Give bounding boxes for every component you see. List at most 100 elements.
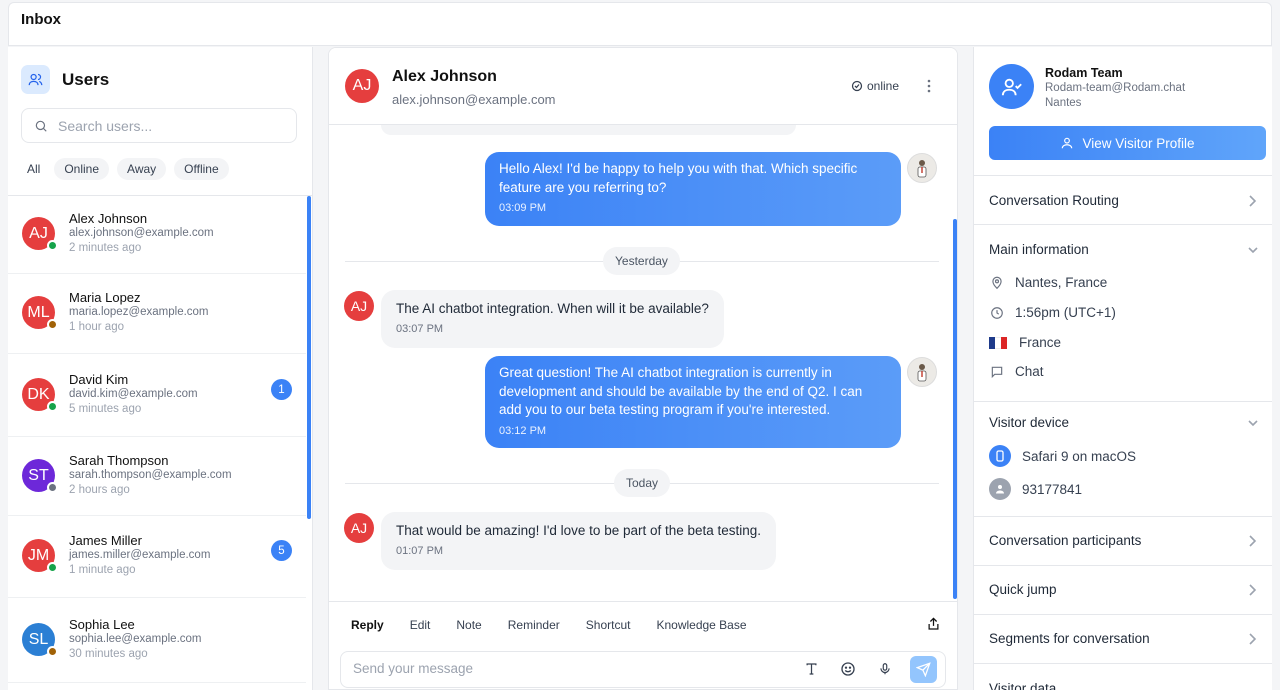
unread-badge: 1 — [271, 379, 292, 400]
section-quick-jump[interactable]: Quick jump — [974, 565, 1272, 614]
status-indicator — [47, 319, 58, 330]
info-visitor-id: 93177841 — [989, 478, 1082, 500]
tab-note[interactable]: Note — [445, 618, 492, 632]
user-list-item[interactable]: SL Sophia Lee sophia.lee@example.com 30 min… — [8, 598, 306, 683]
view-visitor-profile-button[interactable]: View Visitor Profile — [989, 126, 1266, 160]
section-title: Segments for conversation — [989, 631, 1150, 646]
online-status: online — [851, 79, 899, 93]
visitor-id-text: 93177841 — [1022, 481, 1083, 497]
agent-avatar — [907, 357, 937, 387]
chat-header: AJ Alex Johnson alex.johnson@example.com… — [329, 48, 957, 125]
user-name: David Kim — [69, 372, 129, 387]
message-text: That would be amazing! I'd love to be pa… — [396, 523, 762, 538]
scrollbar[interactable] — [953, 219, 957, 599]
section-title: Visitor data — [989, 681, 1057, 690]
info-browser: Safari 9 on macOS — [989, 445, 1136, 467]
contact-avatar: AJ — [344, 291, 374, 321]
info-local-time: 1:56pm (UTC+1) — [989, 305, 1116, 320]
previous-message — [381, 125, 796, 135]
search-box[interactable] — [21, 108, 297, 143]
section-conversation-routing[interactable]: Conversation Routing — [974, 175, 1272, 224]
section-segments[interactable]: Segments for conversation — [974, 614, 1272, 663]
user-list-item[interactable]: ML Maria Lopez maria.lopez@example.com 1 ho… — [8, 274, 306, 354]
message-text: Great question! The AI chatbot integrati… — [499, 365, 863, 417]
user-email: alex.johnson@example.com — [69, 227, 214, 239]
send-icon — [916, 662, 931, 677]
filter-all[interactable]: All — [21, 158, 46, 180]
tab-knowledge-base[interactable]: Knowledge Base — [645, 618, 757, 632]
scrollbar[interactable] — [307, 196, 311, 519]
tab-edit[interactable]: Edit — [399, 618, 442, 632]
user-last-seen: 30 minutes ago — [69, 648, 148, 660]
status-indicator — [47, 562, 58, 573]
emoji-icon[interactable] — [840, 661, 856, 682]
filter-away[interactable]: Away — [117, 158, 167, 180]
contact-email: alex.johnson@example.com — [392, 92, 556, 107]
tab-reply[interactable]: Reply — [340, 618, 395, 632]
section-main-information: Main information Nantes, France 1:56pm (… — [974, 224, 1272, 401]
tab-reminder[interactable]: Reminder — [497, 618, 571, 632]
chevron-down-icon[interactable] — [1247, 245, 1259, 255]
user-list-item[interactable]: AJ Alex Johnson alex.johnson@example.com 2 … — [8, 196, 306, 274]
user-last-seen: 2 minutes ago — [69, 242, 142, 254]
share-icon[interactable] — [926, 616, 941, 637]
user-email: sarah.thompson@example.com — [69, 469, 232, 481]
info-location: Nantes, France — [989, 275, 1107, 290]
chevron-down-icon[interactable] — [1247, 418, 1259, 428]
day-separator: Today — [614, 469, 671, 497]
section-title[interactable]: Visitor device — [989, 415, 1069, 430]
team-city: Nantes — [1045, 97, 1082, 109]
contact-avatar[interactable]: AJ — [345, 69, 379, 103]
agent-avatar — [907, 153, 937, 183]
text-format-icon[interactable] — [804, 661, 819, 682]
chevron-right-icon — [1249, 633, 1257, 645]
user-list: AJ Alex Johnson alex.johnson@example.com 2 … — [8, 196, 306, 683]
message-time: 03:12 PM — [499, 424, 547, 437]
day-separator: Yesterday — [603, 247, 680, 275]
user-name: Sophia Lee — [69, 617, 135, 632]
section-title: Conversation Routing — [989, 193, 1119, 208]
user-list-item[interactable]: JM James Miller james.miller@example.com 1 … — [8, 516, 306, 598]
view-visitor-profile-label: View Visitor Profile — [1082, 135, 1195, 151]
message-input[interactable] — [353, 661, 773, 676]
contact-name: Alex Johnson — [392, 68, 497, 85]
more-options-icon[interactable] — [921, 76, 937, 101]
send-button[interactable] — [910, 656, 937, 683]
section-conversation-participants[interactable]: Conversation participants — [974, 516, 1272, 565]
local-time-text: 1:56pm (UTC+1) — [1015, 305, 1116, 320]
section-visitor-data[interactable]: Visitor data — [974, 663, 1272, 690]
user-name: Alex Johnson — [69, 211, 148, 226]
status-indicator — [47, 240, 58, 251]
users-title: Users — [62, 69, 110, 89]
info-channel: Chat — [989, 364, 1044, 379]
top-bar: Inbox — [8, 2, 1272, 46]
user-list-item[interactable]: DK David Kim david.kim@example.com 5 minute… — [8, 354, 306, 437]
user-check-icon — [1001, 78, 1022, 95]
section-title[interactable]: Main information — [989, 242, 1089, 257]
chat-panel: AJ Alex Johnson alex.johnson@example.com… — [328, 47, 958, 690]
user-list-item[interactable]: ST Sarah Thompson sarah.thompson@example.c… — [8, 437, 306, 516]
device-icon — [989, 445, 1011, 467]
team-email: Rodam-team@Rodam.chat — [1045, 82, 1186, 94]
message-time: 03:07 PM — [396, 323, 444, 335]
filter-offline[interactable]: Offline — [174, 158, 229, 180]
search-icon — [35, 120, 47, 132]
france-flag-icon — [989, 336, 1007, 349]
user-email: james.miller@example.com — [69, 549, 211, 561]
chevron-right-icon — [1249, 535, 1257, 547]
channel-text: Chat — [1015, 364, 1044, 379]
search-input[interactable] — [58, 117, 278, 134]
tab-shortcut[interactable]: Shortcut — [575, 618, 642, 632]
message-input-box[interactable] — [340, 651, 946, 688]
users-panel: Users All Online Away Offline AJAlex Joh… — [8, 47, 313, 690]
unread-badge: 5 — [271, 540, 292, 561]
country-text: France — [1019, 335, 1062, 350]
outgoing-message: Hello Alex! I'd be happy to help you wit… — [485, 152, 901, 226]
filter-online[interactable]: Online — [54, 158, 110, 180]
user-last-seen: 2 hours ago — [69, 484, 130, 496]
status-indicator — [47, 482, 58, 493]
incoming-message: That would be amazing! I'd love to be pa… — [381, 512, 777, 570]
person-icon — [989, 478, 1011, 500]
section-title: Quick jump — [989, 582, 1057, 597]
microphone-icon[interactable] — [878, 661, 892, 682]
